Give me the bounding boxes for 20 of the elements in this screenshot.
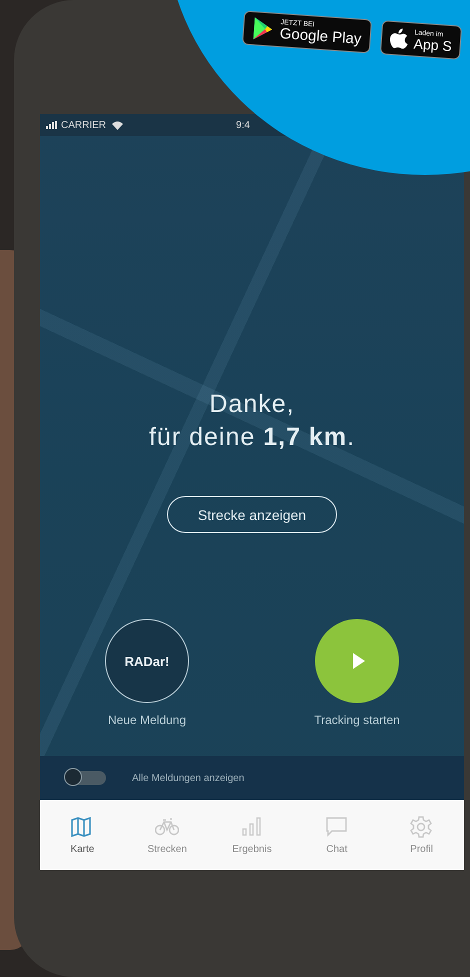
show-route-button[interactable]: Strecke anzeigen	[166, 496, 338, 533]
toggle-switch[interactable]	[66, 771, 106, 785]
thanks-heading: Danke,	[208, 390, 296, 419]
settings-icon	[410, 816, 434, 838]
apple-icon	[389, 26, 409, 50]
action-label: Neue Meldung	[108, 713, 186, 727]
action-label: Tracking starten	[314, 713, 400, 727]
wifi-icon	[112, 120, 124, 130]
tab-button[interactable]: Karte	[47, 816, 118, 854]
badge-store-name: App S	[413, 36, 452, 53]
toggle-label: Alle Meldungen anzeigen	[132, 772, 244, 784]
status-time: 9:4	[236, 120, 250, 130]
bicycle-icon	[155, 816, 180, 838]
signal-icon	[46, 121, 58, 129]
chat-bubble-icon	[324, 816, 349, 838]
carrier-name: CARRIER	[61, 120, 106, 130]
report-button[interactable]: RADar!	[105, 619, 189, 703]
distance-text: für deine 1,7 km.	[148, 423, 356, 452]
badge-store-name: Google Play	[279, 26, 362, 47]
play-icon	[352, 652, 366, 670]
